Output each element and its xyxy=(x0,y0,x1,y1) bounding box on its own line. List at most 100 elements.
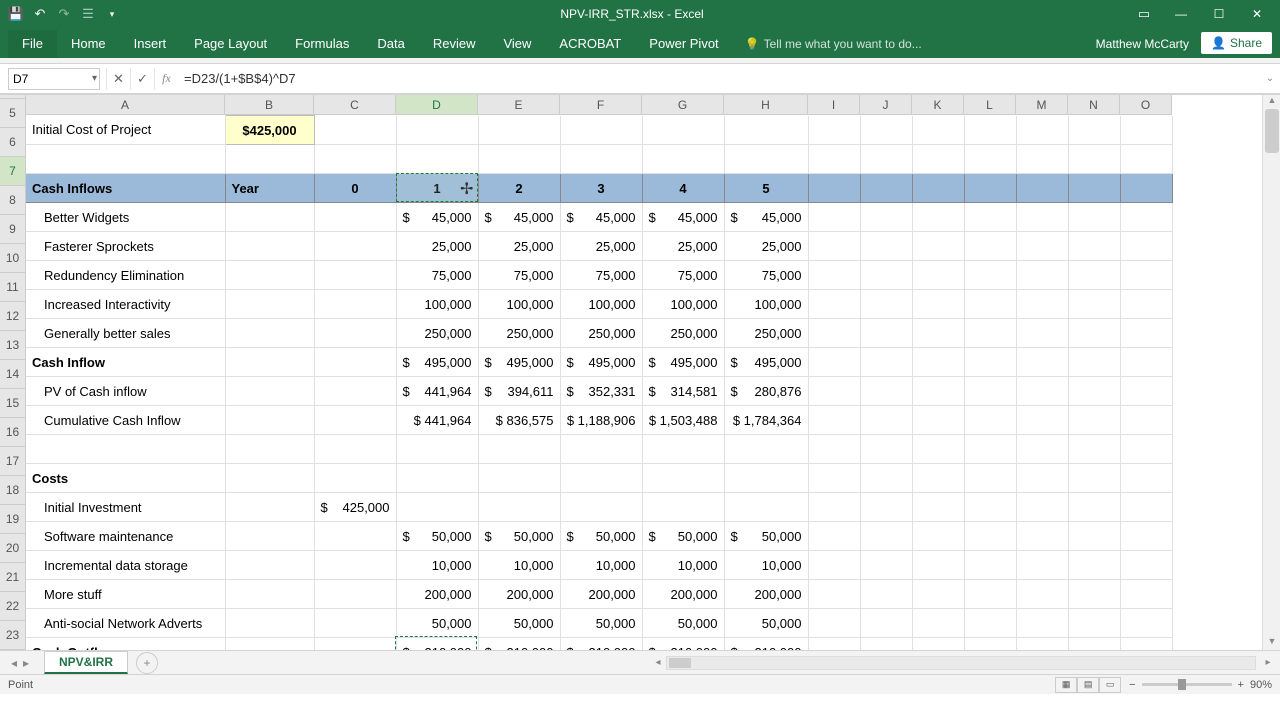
tab-formulas[interactable]: Formulas xyxy=(281,30,363,58)
cell-C16[interactable] xyxy=(314,435,396,464)
cell-I23[interactable] xyxy=(808,638,860,651)
cell-A10[interactable]: Redundency Elimination xyxy=(26,261,225,290)
hscroll-right-icon[interactable]: ▸ xyxy=(1260,657,1276,668)
cell-G20[interactable]: 10,000 xyxy=(642,551,724,580)
cell-M17[interactable] xyxy=(1016,464,1068,493)
cell-L19[interactable] xyxy=(964,522,1016,551)
cell-G19[interactable]: 50,000 xyxy=(642,522,724,551)
cell-G23[interactable]: 310,000 xyxy=(642,638,724,651)
tab-insert[interactable]: Insert xyxy=(120,30,181,58)
cell-B10[interactable] xyxy=(225,261,314,290)
cell-A12[interactable]: Generally better sales xyxy=(26,319,225,348)
row-header-16[interactable]: 16 xyxy=(0,418,26,447)
user-name[interactable]: Matthew McCarty xyxy=(1084,37,1201,58)
cell-A17[interactable]: Costs xyxy=(26,464,225,493)
row-header-14[interactable]: 14 xyxy=(0,360,26,389)
cell-K9[interactable] xyxy=(912,232,964,261)
cell-A7[interactable]: Cash Inflows xyxy=(26,174,225,203)
cell-K7[interactable] xyxy=(912,174,964,203)
cell-L9[interactable] xyxy=(964,232,1016,261)
cell-H7[interactable]: 5 xyxy=(724,174,808,203)
cell-E23[interactable]: 310,000 xyxy=(478,638,560,651)
cell-D15[interactable]: $ 441,964 xyxy=(396,406,478,435)
cell-N10[interactable] xyxy=(1068,261,1120,290)
zoom-control[interactable]: − + 90% xyxy=(1129,679,1272,691)
cell-G16[interactable] xyxy=(642,435,724,464)
name-box[interactable]: D7 ▾ xyxy=(8,68,100,90)
cell-M16[interactable] xyxy=(1016,435,1068,464)
cell-G5[interactable] xyxy=(642,116,724,145)
row-header-13[interactable]: 13 xyxy=(0,331,26,360)
cell-B8[interactable] xyxy=(225,203,314,232)
cell-I16[interactable] xyxy=(808,435,860,464)
cell-E19[interactable]: 50,000 xyxy=(478,522,560,551)
cell-O15[interactable] xyxy=(1120,406,1172,435)
tab-page-layout[interactable]: Page Layout xyxy=(180,30,281,58)
cell-D14[interactable]: 441,964 xyxy=(396,377,478,406)
cell-H13[interactable]: 495,000 xyxy=(724,348,808,377)
cell-L8[interactable] xyxy=(964,203,1016,232)
tab-review[interactable]: Review xyxy=(419,30,490,58)
cell-I12[interactable] xyxy=(808,319,860,348)
cell-M19[interactable] xyxy=(1016,522,1068,551)
minimize-button[interactable]: — xyxy=(1164,3,1198,25)
cell-L17[interactable] xyxy=(964,464,1016,493)
cell-E16[interactable] xyxy=(478,435,560,464)
cell-J13[interactable] xyxy=(860,348,912,377)
cell-C22[interactable] xyxy=(314,609,396,638)
cell-F12[interactable]: 250,000 xyxy=(560,319,642,348)
cell-F15[interactable]: $ 1,188,906 xyxy=(560,406,642,435)
cell-H12[interactable]: 250,000 xyxy=(724,319,808,348)
cell-M22[interactable] xyxy=(1016,609,1068,638)
cell-B14[interactable] xyxy=(225,377,314,406)
cell-H5[interactable] xyxy=(724,116,808,145)
cell-L14[interactable] xyxy=(964,377,1016,406)
cell-H18[interactable] xyxy=(724,493,808,522)
row-header-22[interactable]: 22 xyxy=(0,592,26,621)
cell-J17[interactable] xyxy=(860,464,912,493)
cell-K12[interactable] xyxy=(912,319,964,348)
cells-area[interactable]: Initial Cost of Project$425,000Cash Infl… xyxy=(26,115,1262,650)
cell-C11[interactable] xyxy=(314,290,396,319)
cell-F19[interactable]: 50,000 xyxy=(560,522,642,551)
cell-G11[interactable]: 100,000 xyxy=(642,290,724,319)
undo-icon[interactable]: ↶ xyxy=(32,6,48,22)
cell-M21[interactable] xyxy=(1016,580,1068,609)
cell-E17[interactable] xyxy=(478,464,560,493)
cell-L18[interactable] xyxy=(964,493,1016,522)
cell-F13[interactable]: 495,000 xyxy=(560,348,642,377)
cell-M6[interactable] xyxy=(1016,145,1068,174)
cell-E8[interactable]: 45,000 xyxy=(478,203,560,232)
col-header-O[interactable]: O xyxy=(1120,95,1172,115)
cell-O5[interactable] xyxy=(1120,116,1172,145)
row-header-5[interactable]: 5 xyxy=(0,99,26,128)
cell-D6[interactable] xyxy=(396,145,478,174)
cell-I9[interactable] xyxy=(808,232,860,261)
cell-I13[interactable] xyxy=(808,348,860,377)
cell-L23[interactable] xyxy=(964,638,1016,651)
cell-J19[interactable] xyxy=(860,522,912,551)
cell-I14[interactable] xyxy=(808,377,860,406)
zoom-slider[interactable] xyxy=(1142,683,1232,686)
share-button[interactable]: 👤 Share xyxy=(1201,32,1272,54)
cell-O17[interactable] xyxy=(1120,464,1172,493)
cell-K10[interactable] xyxy=(912,261,964,290)
cell-J23[interactable] xyxy=(860,638,912,651)
cell-J8[interactable] xyxy=(860,203,912,232)
col-header-C[interactable]: C xyxy=(314,95,396,115)
cell-O20[interactable] xyxy=(1120,551,1172,580)
cell-B20[interactable] xyxy=(225,551,314,580)
row-header-6[interactable]: 6 xyxy=(0,128,26,157)
cell-E14[interactable]: 394,611 xyxy=(478,377,560,406)
cell-F16[interactable] xyxy=(560,435,642,464)
cell-I11[interactable] xyxy=(808,290,860,319)
cell-M8[interactable] xyxy=(1016,203,1068,232)
cell-G10[interactable]: 75,000 xyxy=(642,261,724,290)
cell-K11[interactable] xyxy=(912,290,964,319)
cell-M14[interactable] xyxy=(1016,377,1068,406)
cell-F18[interactable] xyxy=(560,493,642,522)
ribbon-options-icon[interactable]: ▭ xyxy=(1136,6,1152,22)
touch-icon[interactable]: ☰ xyxy=(80,6,96,22)
cell-G18[interactable] xyxy=(642,493,724,522)
cell-D18[interactable] xyxy=(396,493,478,522)
